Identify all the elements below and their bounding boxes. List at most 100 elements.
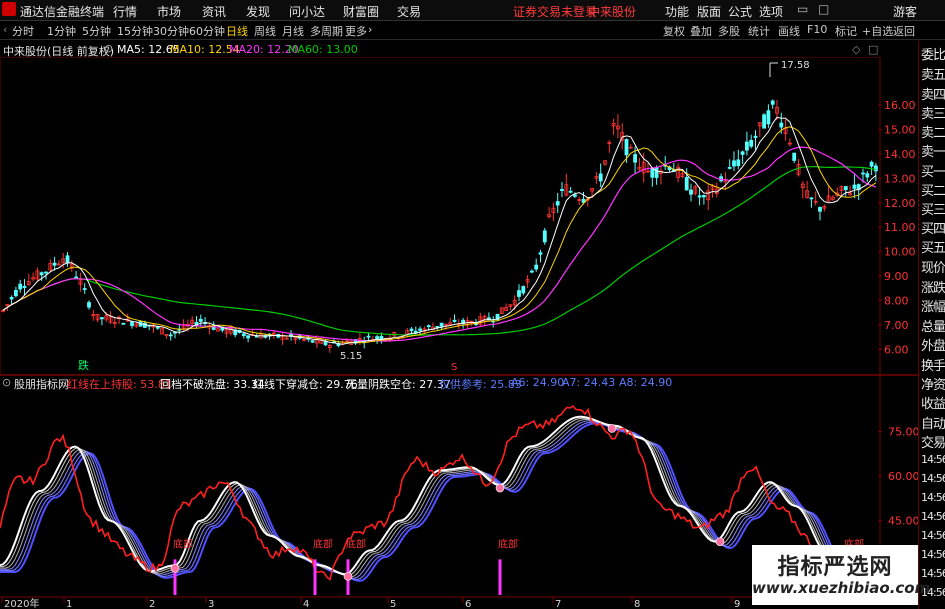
menu-zixun[interactable]: 资讯 <box>202 3 226 20</box>
indicator-item-7: A8: 24.90 <box>619 376 673 389</box>
watermark-url: www.xuezhibiao.com <box>752 579 931 597</box>
side-trade[interactable]: 交易 <box>921 432 945 451</box>
side-buy4: 买四 <box>921 222 945 237</box>
price-tick-label: 11.00 <box>884 221 916 234</box>
candle-body <box>766 110 771 125</box>
candle-body <box>598 173 603 182</box>
period-60min[interactable]: 60分钟 <box>189 23 225 39</box>
tool-diejia[interactable]: 叠加 <box>690 23 712 39</box>
tool-fuquan[interactable]: 复权 <box>663 23 685 39</box>
bottom-label: 底部 <box>173 537 193 550</box>
candle-body <box>375 336 380 339</box>
candle-body <box>413 330 418 334</box>
candle-body <box>426 325 431 328</box>
oscillator-band-line <box>0 421 877 581</box>
candle-body <box>779 122 784 128</box>
menu-faxian[interactable]: 发现 <box>246 3 270 20</box>
indicator-header: ⊙ 股朋指标网 红线在上持股: 53.81 回档不破洗盘: 33.34 红线下穿… <box>0 374 880 391</box>
side-time-1: 14:56 <box>921 472 945 485</box>
side-buy1: 买一 <box>921 165 945 180</box>
menu-gongneng[interactable]: 功能 <box>665 3 689 20</box>
ma5-line <box>2 116 877 345</box>
menu-hangqing[interactable]: 行情 <box>113 3 137 20</box>
candle-body <box>770 100 775 105</box>
candle-body <box>684 177 689 191</box>
tool-fanhui[interactable]: 返回 <box>893 23 915 39</box>
side-turnover: 换手 <box>921 359 945 374</box>
reversal-dot <box>170 563 180 573</box>
candle-body <box>18 283 23 290</box>
period-15min[interactable]: 15分钟 <box>117 23 153 39</box>
tool-f10[interactable]: F10 <box>807 23 827 36</box>
side-price: 现价 <box>921 261 945 276</box>
candlesticks <box>1 99 878 353</box>
period-multi[interactable]: 多周期 <box>310 23 343 39</box>
die-signal: 跌 <box>78 358 89 372</box>
high-label: 17.58 <box>781 60 810 71</box>
diamond-icon[interactable]: ◇ <box>852 43 860 56</box>
candle-body <box>792 152 797 161</box>
price-tick-label: 6.00 <box>884 343 909 356</box>
tool-huaxian[interactable]: 画线 <box>778 23 800 39</box>
indicator-settings-icon[interactable]: ⊙ <box>2 376 11 389</box>
period-monthly[interactable]: 月线 <box>282 23 304 39</box>
menu-caifuquan[interactable]: 财富圈 <box>343 3 379 20</box>
prev-icon[interactable]: ‹ <box>3 23 7 36</box>
tool-zixuan[interactable]: +自选 <box>862 23 893 39</box>
candle-body <box>654 167 659 178</box>
side-auto[interactable]: 自动 <box>921 413 945 432</box>
side-earnings: 收益 <box>921 397 945 412</box>
login-notice[interactable]: 证券交易未登录 <box>513 3 597 20</box>
candle-body <box>22 285 27 288</box>
period-fenshi[interactable]: 分时 <box>12 23 34 39</box>
candle-body <box>310 340 315 343</box>
restore-icon[interactable]: □ <box>818 2 829 16</box>
period-30min[interactable]: 30分钟 <box>153 23 189 39</box>
side-sell5: 卖五 <box>921 68 945 83</box>
menu-banmian[interactable]: 版面 <box>697 3 721 20</box>
candle-body <box>530 270 534 273</box>
candle-body <box>745 141 749 151</box>
candle-body <box>121 322 126 325</box>
period-more[interactable]: 更多 <box>345 23 367 39</box>
period-bar: ‹ 分时 1分钟 5分钟 15分钟 30分钟 60分钟 日线 周线 月线 多周期… <box>0 21 945 40</box>
menu-wenxiaoda[interactable]: 问小达 <box>289 3 325 20</box>
square-icon[interactable]: □ <box>868 43 878 56</box>
side-time-5: 14:56 <box>921 548 945 561</box>
candle-body <box>736 159 741 167</box>
guest-label[interactable]: 游客 <box>893 3 917 20</box>
candle-body <box>740 151 745 155</box>
candle-body <box>198 318 203 322</box>
minimize-icon[interactable]: ▭ <box>797 2 808 16</box>
menu-gongshi[interactable]: 公式 <box>728 3 752 20</box>
reversal-dot <box>495 483 505 493</box>
watermark-badge: 指标严选网 www.xuezhibiao.com <box>752 545 931 605</box>
candle-body <box>560 189 564 192</box>
candle-body <box>702 195 706 198</box>
tool-biaoji[interactable]: 标记 <box>835 23 857 39</box>
candle-body <box>809 197 814 200</box>
oscillator-band-line <box>0 420 877 579</box>
side-buy2: 买二 <box>921 184 945 199</box>
side-change-pct: 涨幅 <box>921 300 945 315</box>
period-daily[interactable]: 日线 <box>226 23 248 39</box>
more-chevron-icon[interactable]: › <box>368 23 372 36</box>
menu-shichang[interactable]: 市场 <box>157 3 181 20</box>
candle-body <box>439 322 444 327</box>
tool-duogu[interactable]: 多股 <box>718 23 740 39</box>
side-weibi[interactable]: 委比 <box>921 44 945 63</box>
side-sell1: 卖一 <box>921 145 945 160</box>
menu-jiaoyi[interactable]: 交易 <box>397 3 421 20</box>
broker-name: 中来股份 <box>588 5 637 19</box>
candle-body <box>538 252 543 255</box>
candle-body <box>517 290 521 297</box>
settings-circle-icon[interactable]: ⊙ <box>104 42 113 55</box>
candle-body <box>555 201 560 206</box>
period-1min[interactable]: 1分钟 <box>47 23 76 39</box>
period-weekly[interactable]: 周线 <box>254 23 276 39</box>
tool-tongji[interactable]: 统计 <box>748 23 770 39</box>
side-buy3: 买三 <box>921 203 945 218</box>
menu-xuanxiang[interactable]: 选项 <box>759 3 783 20</box>
candle-body <box>852 184 857 189</box>
period-5min[interactable]: 5分钟 <box>82 23 111 39</box>
